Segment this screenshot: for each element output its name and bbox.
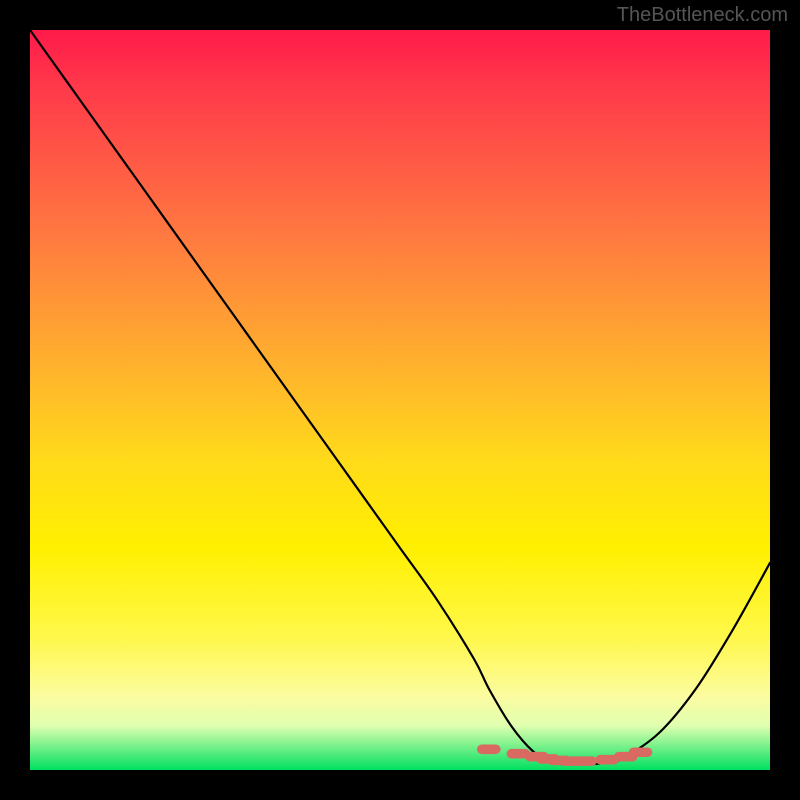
attribution-label: TheBottleneck.com [617,4,788,27]
plot-area [30,30,770,770]
optimal-range-markers [482,749,648,761]
bottleneck-curve [30,30,770,764]
chart-svg [30,30,770,770]
